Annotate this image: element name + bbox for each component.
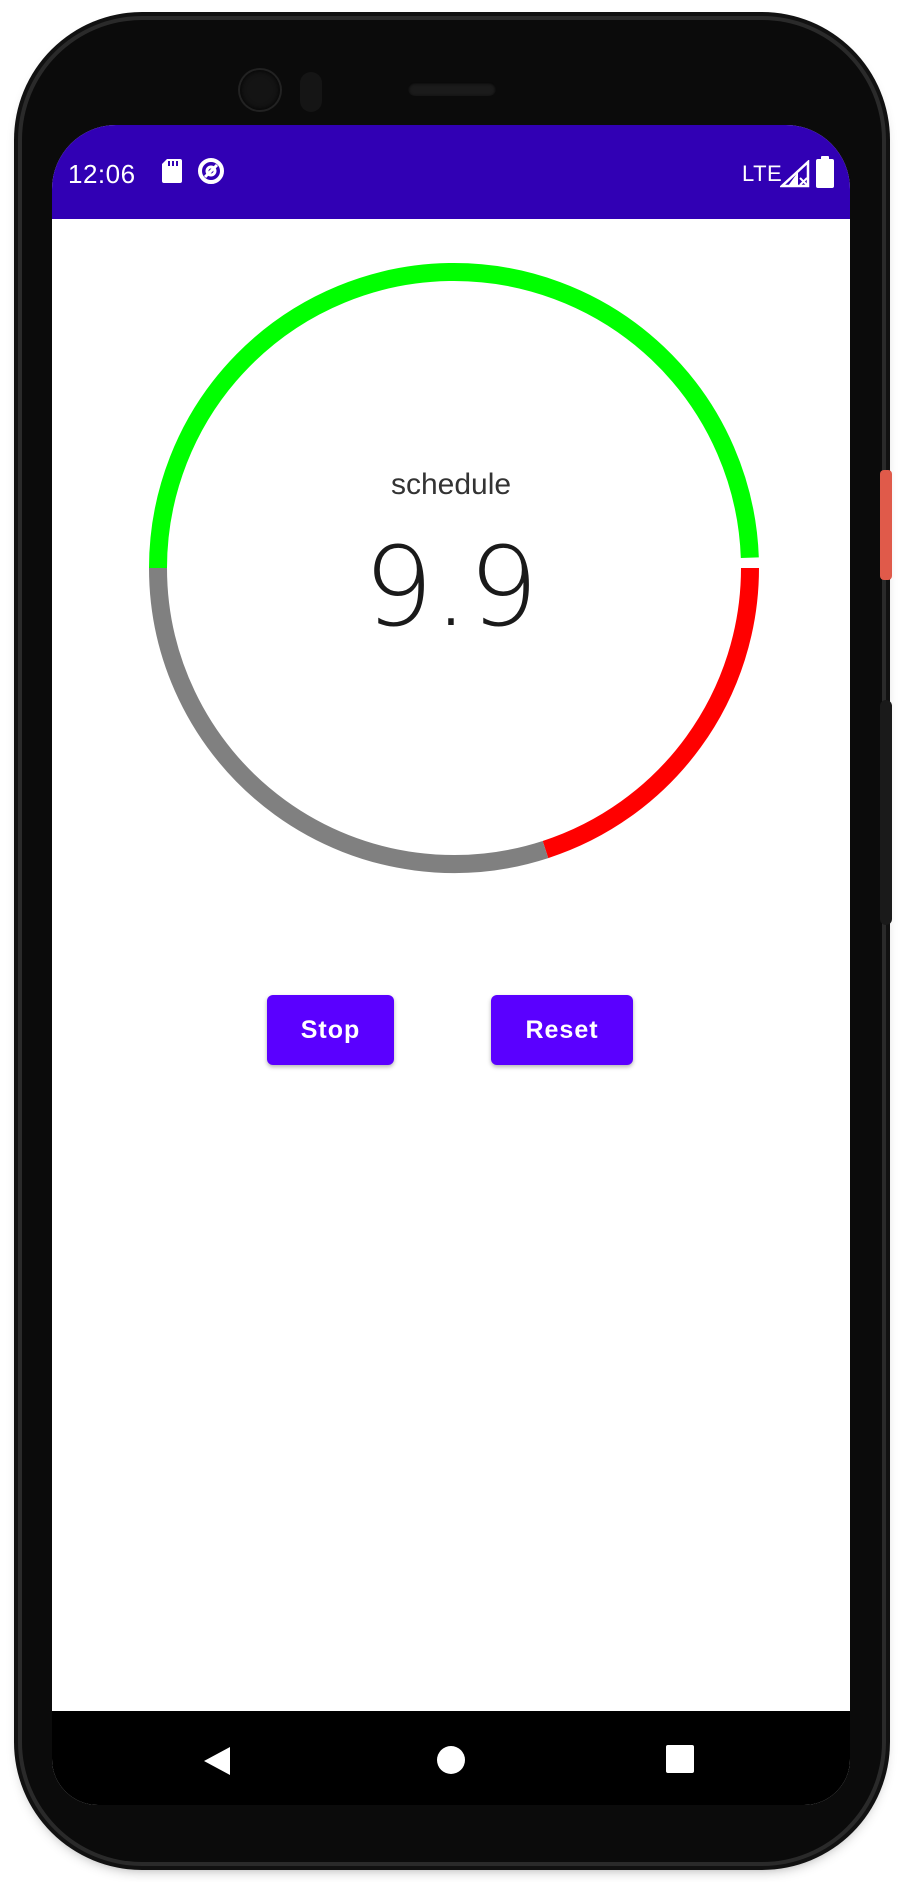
signal-icon	[780, 160, 810, 188]
recents-square-icon[interactable]	[666, 1745, 694, 1773]
timer-label: schedule	[390, 468, 512, 501]
navigation-bar	[52, 1711, 850, 1805]
sd-card-icon	[162, 159, 182, 183]
battery-icon	[816, 156, 834, 188]
reset-button[interactable]: Reset	[491, 995, 633, 1065]
status-time: 12:06	[68, 159, 136, 189]
data-saver-icon	[198, 158, 224, 184]
front-camera	[240, 70, 280, 110]
network-type: LTE	[742, 161, 783, 186]
device-screen: 12:06 LTE schedule 9.9 Stop Reset	[52, 125, 850, 1805]
timer-value: 9.9	[363, 523, 539, 651]
earpiece-speaker	[408, 82, 496, 96]
back-triangle-icon[interactable]	[202, 1745, 232, 1777]
power-button	[880, 470, 892, 580]
proximity-sensor	[300, 72, 322, 112]
stop-button[interactable]: Stop	[267, 995, 394, 1065]
volume-rocker	[880, 700, 892, 925]
home-circle-icon[interactable]	[436, 1745, 466, 1775]
status-bar: 12:06 LTE	[52, 125, 850, 219]
